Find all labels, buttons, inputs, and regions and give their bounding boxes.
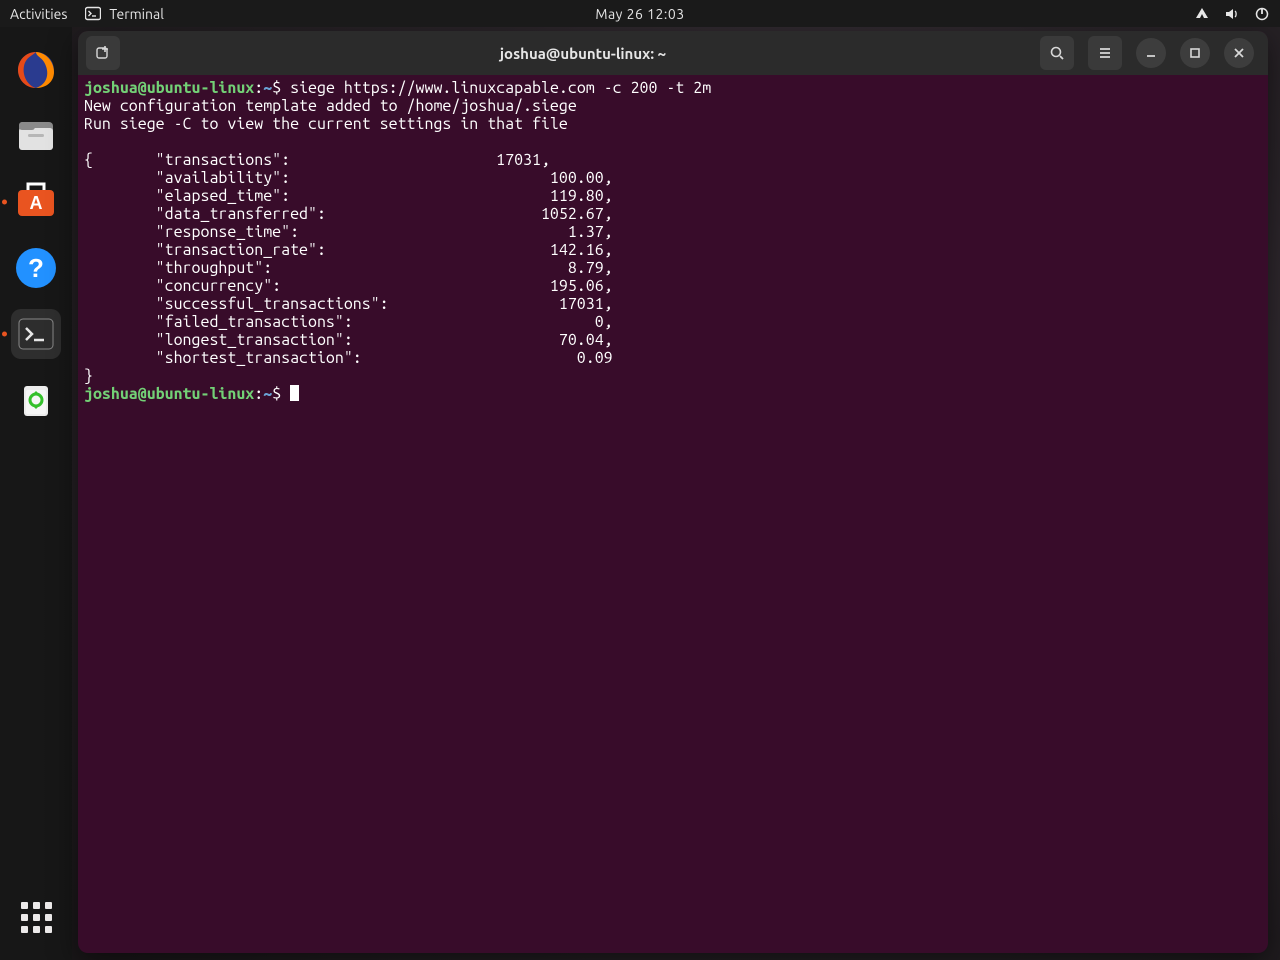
dock-item-trash[interactable] (11, 375, 61, 425)
files-icon (14, 114, 58, 158)
help-icon: ? (14, 246, 58, 290)
new-tab-icon (95, 45, 111, 61)
apps-grid-icon (21, 902, 52, 933)
minimize-button[interactable] (1136, 38, 1166, 68)
svg-text:A: A (30, 193, 43, 213)
software-icon: A (14, 180, 58, 224)
volume-icon[interactable] (1224, 6, 1240, 22)
app-indicator-label: Terminal (109, 6, 164, 22)
terminal-app-icon (16, 314, 56, 354)
power-icon[interactable] (1254, 6, 1270, 22)
dock-item-help[interactable]: ? (11, 243, 61, 293)
running-indicator-dot (2, 200, 7, 205)
firefox-icon (14, 48, 58, 92)
hamburger-icon (1097, 45, 1113, 61)
window-title: joshua@ubuntu-linux: ~ (126, 45, 1040, 62)
window-titlebar[interactable]: joshua@ubuntu-linux: ~ (78, 31, 1268, 75)
svg-text:?: ? (28, 253, 44, 283)
network-icon[interactable] (1194, 6, 1210, 22)
dock: A ? (0, 27, 72, 960)
hamburger-menu-button[interactable] (1088, 36, 1122, 70)
maximize-icon (1187, 45, 1203, 61)
close-button[interactable] (1224, 38, 1254, 68)
app-indicator[interactable]: Terminal (85, 6, 164, 22)
show-applications-button[interactable] (11, 892, 61, 942)
terminal-icon (85, 6, 101, 22)
running-indicator-dot (2, 332, 7, 337)
activities-button[interactable]: Activities (10, 6, 67, 22)
search-button[interactable] (1040, 36, 1074, 70)
gnome-topbar: Activities Terminal May 26 12:03 (0, 0, 1280, 27)
terminal-window: joshua@ubuntu-linux: ~ joshua@ub (78, 31, 1268, 953)
trash-icon (15, 379, 57, 421)
minimize-icon (1143, 45, 1159, 61)
desktop-area: joshua@ubuntu-linux: ~ joshua@ub (72, 27, 1280, 960)
clock[interactable]: May 26 12:03 (595, 6, 684, 22)
dock-item-files[interactable] (11, 111, 61, 161)
terminal-output[interactable]: joshua@ubuntu-linux:~$ siege https://www… (78, 75, 1268, 953)
close-icon (1231, 45, 1247, 61)
search-icon (1049, 45, 1065, 61)
dock-item-terminal[interactable] (11, 309, 61, 359)
dock-item-firefox[interactable] (11, 45, 61, 95)
maximize-button[interactable] (1180, 38, 1210, 68)
dock-item-software[interactable]: A (11, 177, 61, 227)
new-tab-button[interactable] (86, 36, 120, 70)
